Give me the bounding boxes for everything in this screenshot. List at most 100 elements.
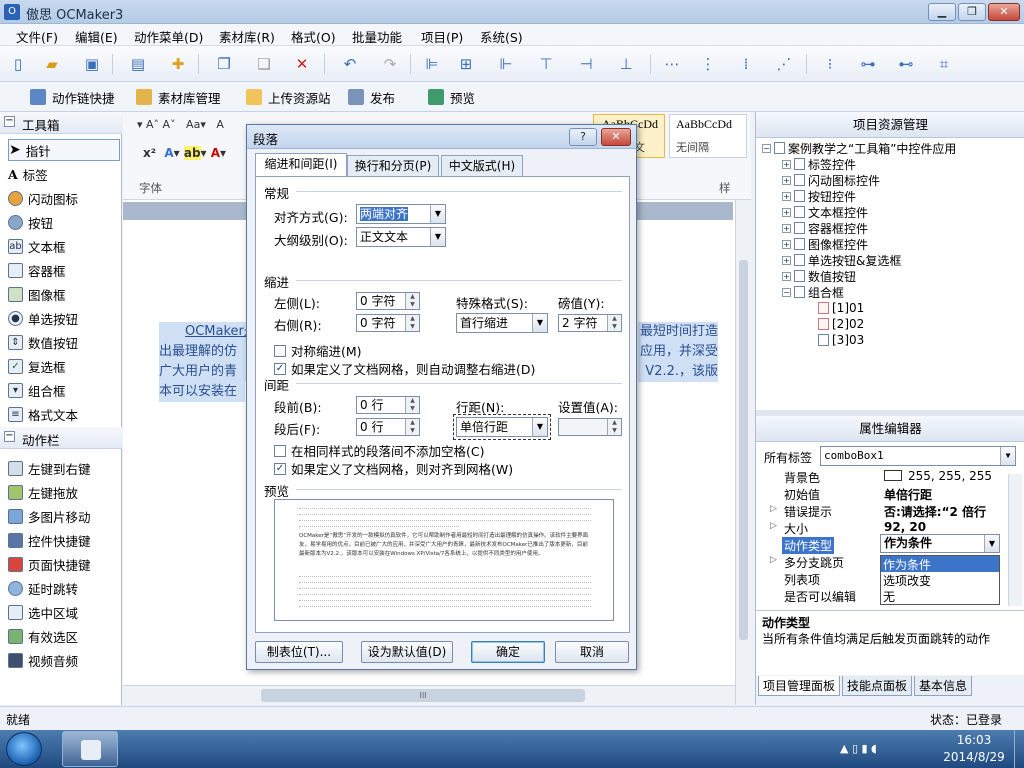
space-before-spinner[interactable]: 0 行 ▲ ▼ — [356, 396, 420, 414]
tree-leaf[interactable]: [1]01 — [818, 300, 864, 316]
action-item-delay-jump[interactable]: 延时跳转 — [8, 577, 120, 599]
tree-leaf[interactable]: [3]03 — [818, 332, 864, 348]
tab-skill-panel[interactable]: 技能点面板 — [842, 676, 912, 696]
degree-spinner[interactable]: 2 字符 ▲ ▼ — [558, 314, 622, 332]
spinner-arrows-icon[interactable]: ▲ ▼ — [607, 419, 621, 435]
tray-icons[interactable]: ▲ ▯ ▮ ◖ — [840, 742, 877, 755]
new-file-icon[interactable]: ▯ — [6, 52, 30, 76]
spinner-arrows-icon[interactable]: ▲ ▼ — [405, 397, 419, 413]
tree-item[interactable]: + 单选按钮&复选框 — [782, 252, 901, 268]
puzzle-icon[interactable]: ✚ — [166, 52, 190, 76]
action-type-combo[interactable]: 作为条件 ▼ — [880, 534, 1000, 553]
dropdown-option[interactable]: 作为条件 — [881, 556, 999, 572]
upload-button[interactable]: 上传资源站 — [246, 87, 331, 107]
dialog-close-button[interactable]: ✕ — [601, 128, 631, 146]
checkmark-icon[interactable]: ✓ — [274, 462, 286, 475]
toolbox-item-richtext[interactable]: ≡ 格式文本 — [8, 403, 120, 425]
align-bottom-icon[interactable]: ⊥ — [614, 52, 638, 76]
expand-icon[interactable]: + — [782, 255, 791, 265]
preview-button[interactable]: 预览 — [428, 87, 475, 107]
start-button[interactable] — [6, 732, 42, 766]
copy-icon[interactable]: ❐ — [212, 52, 236, 76]
toolbox-item-numeric[interactable]: ⇕ 数值按钮 — [8, 331, 120, 353]
spinner-arrows-icon[interactable]: ▲ ▼ — [405, 419, 419, 435]
expand-icon[interactable]: + — [782, 207, 791, 217]
tree-root[interactable]: − 案例教学之“工具箱”中控件应用 — [762, 140, 956, 156]
style-gallery[interactable]: AaBbCcDd 无间隔 — [669, 114, 747, 158]
tree-leaf[interactable]: [2]02 — [818, 316, 864, 332]
property-scrollbar[interactable] — [1008, 474, 1022, 606]
publish-button[interactable]: 发布 — [348, 87, 395, 107]
expand-icon[interactable]: + — [782, 271, 791, 281]
property-row-selected[interactable]: 动作类型 作为条件 ▼ — [756, 534, 1008, 554]
right-indent-spinner[interactable]: 0 字符 ▲ ▼ — [356, 314, 420, 332]
tree-item[interactable]: + 按钮控件 — [782, 188, 856, 204]
redo-icon[interactable]: ↷ — [378, 52, 402, 76]
taskbar-app-ocmaker[interactable] — [62, 731, 118, 767]
undo-icon[interactable]: ↶ — [338, 52, 362, 76]
property-row[interactable]: 背景色 255, 255, 255 — [756, 468, 1008, 485]
vertical-scrollbar[interactable] — [735, 200, 751, 705]
open-folder-icon[interactable]: ▰ — [40, 52, 64, 76]
dropdown-option[interactable]: 无 — [881, 588, 999, 604]
tab-basic-info[interactable]: 基本信息 — [914, 676, 972, 696]
action-item-multi-image[interactable]: 多图片移动 — [8, 505, 120, 527]
collapse-icon[interactable]: − — [782, 287, 791, 297]
action-item-valid-area[interactable]: 有效选区 — [8, 625, 120, 647]
asset-manager-button[interactable]: 素材库管理 — [136, 87, 221, 107]
toolbox-item-pointer[interactable]: ➤ 指针 — [8, 139, 120, 161]
tab-line-page-break[interactable]: 换行和分页(P) — [347, 155, 439, 177]
menu-batch[interactable]: 批量功能 — [352, 27, 402, 46]
space-after-spinner[interactable]: 0 行 ▲ ▼ — [356, 418, 420, 436]
toolbox-item-combobox[interactable]: ▾ 组合框 — [8, 379, 120, 401]
auto-adjust-right-indent-checkbox[interactable]: ✓ 如果定义了文档网格，则自动调整右缩进(D) — [274, 359, 535, 378]
tree-item[interactable]: + 文本框控件 — [782, 204, 868, 220]
expand-icon[interactable]: + — [782, 191, 791, 201]
special-format-select[interactable]: 首行缩进 ▼ — [456, 313, 548, 333]
action-item-drag[interactable]: 左键拖放 — [8, 481, 120, 503]
spinner-arrows-icon[interactable]: ▲ ▼ — [405, 315, 419, 331]
cancel-button[interactable]: 取消 — [555, 641, 629, 663]
action-item-control-shortcut[interactable]: 控件快捷键 — [8, 529, 120, 551]
toolbox-item-container[interactable]: 容器框 — [8, 259, 120, 281]
checkbox-box[interactable] — [274, 444, 286, 457]
vertical-scroll-thumb[interactable] — [739, 260, 748, 640]
help-button[interactable]: ? — [569, 128, 597, 146]
ok-button[interactable]: 确定 — [471, 641, 545, 663]
toolbox-header[interactable]: − 工具箱 — [0, 112, 122, 134]
maximize-button[interactable]: ❐ — [958, 3, 986, 21]
same-width-icon[interactable]: ⋮ — [696, 52, 720, 76]
toolbox-item-image[interactable]: 图像框 — [8, 283, 120, 305]
space-h-icon[interactable]: ⊶ — [856, 52, 880, 76]
tab-indent-spacing[interactable]: 缩进和间距(I) — [255, 153, 347, 178]
dropdown-option[interactable]: 选项改变 — [881, 572, 999, 588]
tab-project-panel[interactable]: 项目管理面板 — [758, 676, 840, 696]
spinner-arrows-icon[interactable]: ▲ ▼ — [607, 315, 621, 331]
snap-grid-icon[interactable]: ⌗ — [932, 52, 956, 76]
action-item-left-to-right[interactable]: 左键到右键 — [8, 457, 120, 479]
collapse-icon[interactable]: − — [4, 116, 15, 127]
distribute-v-icon[interactable]: ⁝ — [818, 52, 842, 76]
property-row[interactable]: ▷ 错误提示 否:请选择:“2 倍行 — [756, 502, 1008, 519]
menu-project[interactable]: 项目(P) — [421, 27, 463, 46]
object-selector[interactable]: comboBox1 ▼ — [820, 446, 1016, 466]
action-item-select-area[interactable]: 选中区域 — [8, 601, 120, 623]
minimize-button[interactable]: ▁ — [928, 3, 956, 21]
line-spacing-value-spinner[interactable]: ▲ ▼ — [558, 418, 622, 436]
property-row[interactable]: 初始值 单倍行距 — [756, 485, 1008, 502]
same-size-icon[interactable]: ⋰ — [772, 52, 796, 76]
action-shortcut-button[interactable]: 动作链快捷 — [30, 87, 115, 107]
menu-edit[interactable]: 编辑(E) — [75, 27, 118, 46]
expand-arrow-icon[interactable]: ▷ — [770, 555, 777, 565]
tree-item[interactable]: + 标签控件 — [782, 156, 856, 172]
format-controls[interactable]: x² A▾ ab▾ A▾ — [143, 146, 226, 160]
horizontal-scroll-thumb[interactable]: III — [261, 689, 585, 702]
distribute-h-icon[interactable]: ⋯ — [660, 52, 684, 76]
tree-item[interactable]: − 组合框 — [782, 284, 844, 300]
action-item-video-audio[interactable]: 视频音频 — [8, 649, 120, 671]
tree-item[interactable]: + 闪动图标控件 — [782, 172, 880, 188]
align-middle-icon[interactable]: ⊣ — [574, 52, 598, 76]
toolbox-item-radio[interactable]: ● 单选按钮 — [8, 307, 120, 329]
align-top-icon[interactable]: ⊤ — [534, 52, 558, 76]
checkbox-box[interactable] — [274, 344, 286, 357]
